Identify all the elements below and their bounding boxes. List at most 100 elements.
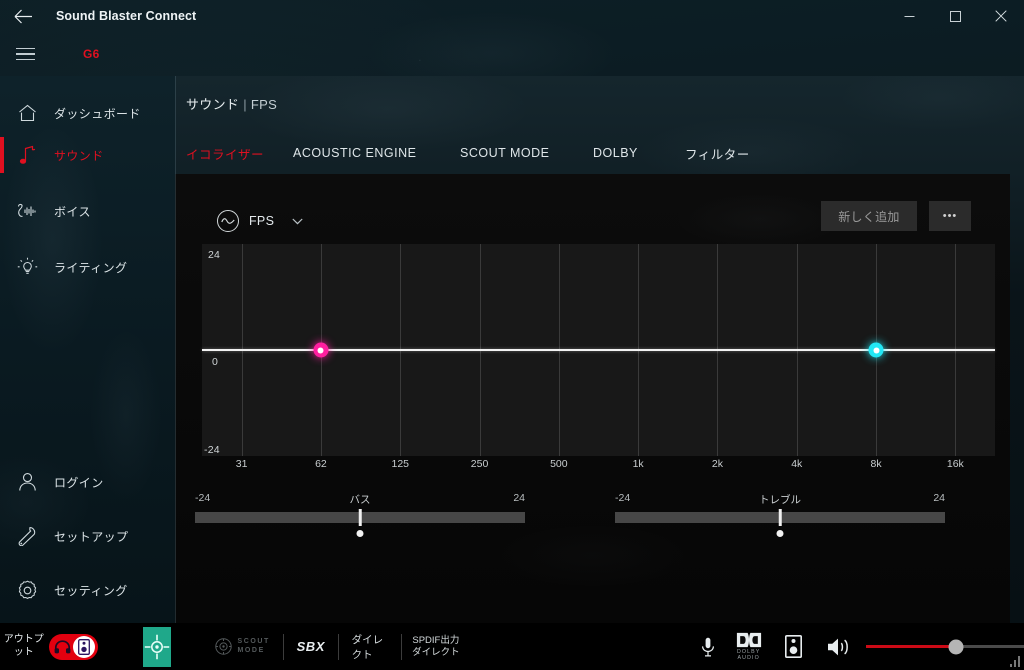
hamburger-bar [15, 58, 35, 61]
tab-acoustic-engine[interactable]: ACOUSTIC ENGINE [293, 146, 417, 160]
hamburger-icon[interactable] [2, 47, 48, 61]
bass-max-label: 24 [513, 492, 525, 504]
close-icon [995, 10, 1007, 22]
app-title: Sound Blaster Connect [56, 9, 197, 23]
maximize-button[interactable] [932, 0, 978, 32]
volume-slider[interactable] [865, 639, 1024, 654]
preset-selector[interactable]: FPS [217, 210, 303, 232]
speaker-icon [73, 635, 96, 658]
breadcrumb-root[interactable]: サウンド [186, 97, 239, 112]
scout-mode-logo[interactable]: SCOUT MODE [215, 638, 270, 655]
headphone-icon [52, 636, 73, 657]
speaker-box-button[interactable] [784, 635, 802, 658]
x-axis-tick-label: 125 [391, 458, 410, 470]
bottom-status-bar: アウトプット SCOUT MODE SBX ダイレクト SPDIF出力ダイレクト… [0, 623, 1024, 670]
sidebar-item-label: ダッシュボード [54, 106, 141, 121]
volume-slider-handle[interactable] [948, 639, 964, 654]
volume-slider-fill [865, 644, 956, 649]
x-axis-tick-label: 4k [791, 458, 803, 470]
device-name-label[interactable]: G6 [83, 47, 100, 61]
y-axis-max-label: 24 [208, 249, 221, 261]
window-controls [886, 0, 1024, 32]
breadcrumb-current: FPS [250, 97, 278, 112]
treble-title-label: トレブル [759, 494, 801, 506]
speaker-box-icon [784, 635, 802, 658]
sidebar-item-setup[interactable]: セットアップ [0, 509, 175, 563]
sidebar-item-login[interactable]: ログイン [0, 455, 175, 509]
x-axis-tick-label: 2k [711, 458, 723, 470]
x-axis-tick-label: 62 [315, 458, 327, 470]
scout-mode-button[interactable] [143, 626, 172, 667]
back-arrow-icon [14, 9, 32, 23]
wrench-icon [0, 526, 54, 546]
sidebar-item-label: セッティング [54, 583, 128, 598]
divider [401, 633, 403, 660]
tab-filter[interactable]: フィルター [685, 144, 750, 163]
gear-icon [0, 580, 54, 601]
volume-button[interactable] [827, 637, 852, 657]
treble-node[interactable] [868, 342, 884, 358]
output-toggle[interactable] [49, 633, 99, 660]
volume-icon [827, 638, 848, 655]
eq-wave-circle-icon [217, 210, 239, 232]
user-icon [0, 472, 54, 492]
output-label: アウトプット [3, 634, 44, 658]
sbx-label[interactable]: SBX [297, 639, 325, 654]
home-icon [0, 104, 54, 122]
scout-logo-line1: SCOUT [237, 638, 270, 646]
voice-waveform-icon [0, 202, 54, 220]
scout-target-icon [215, 638, 233, 655]
treble-slider-handle[interactable] [778, 509, 782, 526]
bass-node[interactable] [313, 342, 329, 358]
x-axis-tick-label: 1k [632, 458, 644, 470]
resize-grip[interactable] [1007, 653, 1021, 667]
preset-row: FPS 新しく追加 ••• [175, 174, 1010, 244]
equalizer-panel: FPS 新しく追加 ••• 24 0 -24 31 62 125 250 500… [175, 174, 1010, 623]
more-options-button[interactable]: ••• [929, 201, 971, 231]
hamburger-bar [15, 47, 35, 50]
sidebar-item-settings[interactable]: セッティング [0, 563, 175, 617]
bass-title-label: バス [349, 494, 371, 506]
breadcrumb-separator: | [243, 97, 247, 112]
tab-scout-mode[interactable]: SCOUT MODE [460, 146, 550, 160]
title-bar: Sound Blaster Connect [0, 0, 1024, 32]
direct-label[interactable]: ダイレクト [352, 632, 389, 662]
maximize-icon [949, 10, 961, 22]
x-axis-tick-label: 31 [235, 458, 248, 470]
treble-slider[interactable]: -24 トレブル 24 [615, 492, 945, 537]
preset-name-label: FPS [249, 214, 275, 228]
y-axis-min-label: -24 [204, 444, 220, 456]
menu-row: G6 [0, 32, 1024, 76]
scout-logo-line2: MODE [237, 646, 265, 654]
sidebar-divider [175, 76, 176, 623]
equalizer-graph[interactable]: 24 0 -24 31 62 125 250 500 1k 2k 4k 8k 16k [202, 244, 995, 470]
tab-dolby[interactable]: DOLBY [593, 146, 638, 160]
divider [282, 633, 284, 660]
app-window: Sound Blaster Connect G6 ダッシュボード サウンド ボイ… [0, 0, 1024, 670]
bass-slider-handle[interactable] [358, 509, 362, 526]
chevron-down-icon[interactable] [292, 212, 303, 230]
tab-equalizer[interactable]: イコライザー [186, 144, 264, 163]
bass-slider-head: -24 バス 24 [195, 492, 525, 508]
back-button[interactable] [0, 0, 46, 32]
x-axis-tick-label: 16k [946, 458, 964, 470]
x-axis-tick-label: 8k [870, 458, 882, 470]
bass-slider-center-dot[interactable] [356, 530, 364, 537]
treble-slider-head: -24 トレブル 24 [615, 492, 945, 508]
close-button[interactable] [978, 0, 1024, 32]
bass-slider[interactable]: -24 バス 24 [195, 492, 525, 537]
spdif-direct-label[interactable]: SPDIF出力ダイレクト [412, 635, 460, 659]
sidebar-item-label: セットアップ [54, 529, 129, 544]
minimize-button[interactable] [886, 0, 932, 32]
dolby-logo-icon [736, 632, 761, 648]
y-axis-zero-label: 0 [212, 356, 219, 368]
treble-slider-center-dot[interactable] [776, 530, 784, 537]
dolby-audio-button[interactable]: DOLBY AUDIO [736, 632, 762, 661]
add-preset-button[interactable]: 新しく追加 [821, 201, 917, 231]
microphone-button[interactable] [701, 637, 715, 657]
sidebar-item-voice[interactable]: ボイス [0, 184, 91, 238]
divider [337, 633, 339, 660]
sidebar-bottom-group: ログイン セットアップ セッティング [0, 455, 175, 617]
sidebar-item-sound[interactable]: サウンド [0, 128, 104, 182]
sidebar-item-lighting[interactable]: ライティング [0, 240, 127, 294]
